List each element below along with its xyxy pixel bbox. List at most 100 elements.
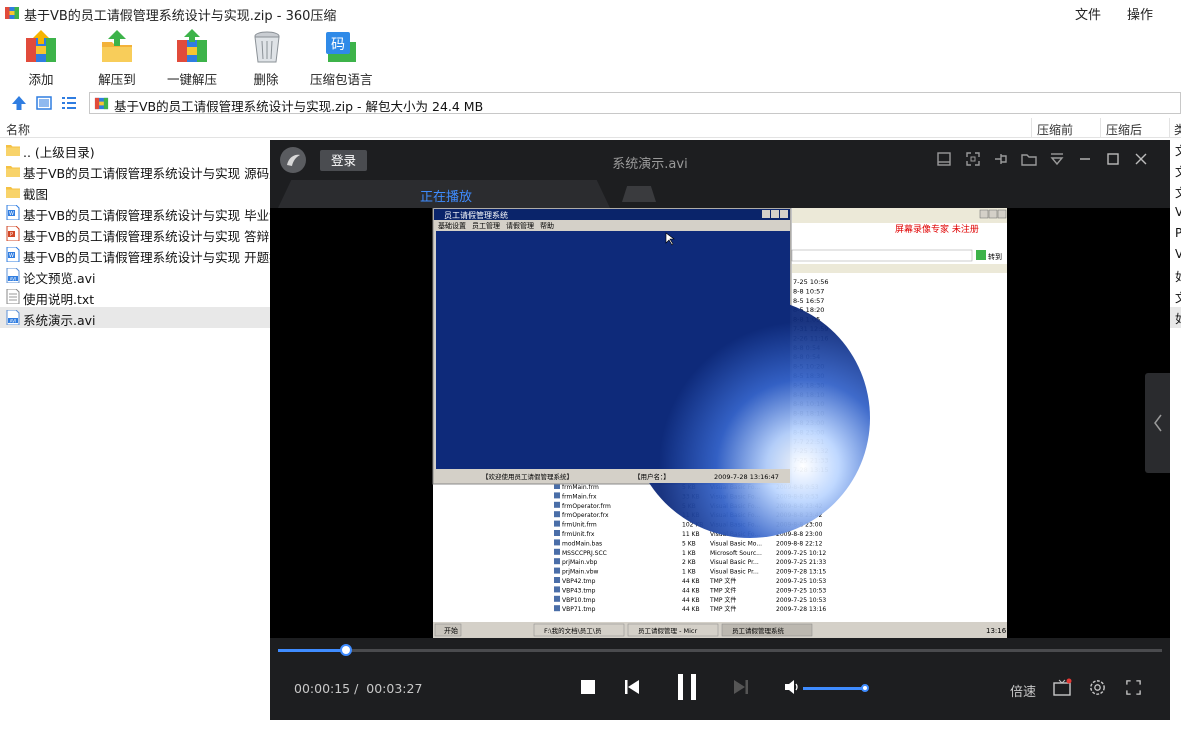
ppt-doc-icon: P [6,226,20,241]
thumbnail-view-icon[interactable] [35,94,53,112]
svg-text:prjMain.vbw: prjMain.vbw [562,569,599,576]
zip-file-icon [94,97,109,110]
word-doc-icon: W [6,247,20,262]
file-name: 使用说明.txt [23,292,95,307]
svg-text:员工管理: 员工管理 [472,221,500,230]
svg-text:prjMain.vbp: prjMain.vbp [562,559,598,566]
svg-text:frmMain.frm: frmMain.frm [562,484,599,491]
column-size-before[interactable]: 压缩前 [1037,121,1073,138]
pin-icon[interactable] [992,150,1010,168]
previous-icon[interactable] [623,678,641,696]
mini-mode-icon[interactable] [935,150,953,168]
tab-playlist[interactable] [622,186,656,202]
seek-handle[interactable] [340,644,353,656]
login-button[interactable]: 登录 [320,150,367,171]
open-folder-icon[interactable] [1020,150,1038,168]
pause-icon[interactable] [675,673,699,701]
extract-to-button[interactable]: 解压到 [94,28,140,88]
screenshot-icon[interactable] [964,150,982,168]
file-name: 基于VB的员工请假管理系统设计与实现 答辩PF [23,229,284,244]
column-type[interactable]: 类 [1174,121,1181,138]
column-name[interactable]: 名称 [6,121,30,138]
svg-text:AVI: AVI [10,276,16,281]
fullscreen-icon[interactable] [1125,679,1142,696]
video-frame[interactable]: 屏幕录像专家 未注册 转到 7-25 10:56 8-8 10:57 8-5 16:… [270,207,1170,638]
svg-text:2 KB: 2 KB [682,559,696,566]
close-icon[interactable] [1132,150,1150,168]
svg-text:Visual Basic Pr...: Visual Basic Pr... [710,569,759,576]
svg-text:2009-7-28 13:15: 2009-7-28 13:15 [776,569,826,576]
svg-text:5 KB: 5 KB [682,540,696,547]
one-click-extract-button[interactable]: 一键解压 [164,28,220,88]
archive-language-button[interactable]: 码 压缩包语言 [310,28,373,88]
file-type: V [1175,247,1181,261]
settings-gear-icon[interactable] [1088,678,1107,697]
file-type: 如 [1175,268,1181,285]
svg-text:Microsoft Sourc...: Microsoft Sourc... [710,550,762,557]
side-panel-toggle[interactable] [1145,373,1170,473]
svg-text:2009-7-25 10:53: 2009-7-25 10:53 [776,597,826,604]
svg-text:【欢迎使用员工请假管理系统】: 【欢迎使用员工请假管理系统】 [482,472,573,481]
word-doc-icon: W [6,205,20,220]
video-content: 屏幕录像专家 未注册 转到 7-25 10:568-8 10:57 8-5 16:… [432,207,1007,638]
menu-operate[interactable]: 操作 [1127,4,1153,23]
file-type: 文 [1175,289,1181,306]
minimize-icon[interactable] [1076,150,1094,168]
trash-icon [254,31,280,63]
navigation-bar: 基于VB的员工请假管理系统设计与实现.zip - 解包大小为 24.4 MB [0,91,1181,115]
svg-text:44 KB: 44 KB [682,587,700,594]
svg-text:frmOperator.frm: frmOperator.frm [562,503,611,510]
toolbar: 添加 解压到 一键解压 删除 码 压缩包语言 [0,26,1181,90]
seek-bar[interactable] [278,644,1162,656]
title-bar: 基于VB的员工请假管理系统设计与实现.zip - 360压缩 文件 操作 [0,0,1181,26]
speed-button[interactable]: 倍速 [1010,681,1036,700]
svg-text:44 KB: 44 KB [682,578,700,585]
svg-text:F:\我的文档\员工\员: F:\我的文档\员工\员 [544,626,602,635]
add-archive-icon [26,30,56,62]
maximize-icon[interactable] [1104,150,1122,168]
svg-text:frmUnit.frx: frmUnit.frx [562,531,595,538]
volume-icon[interactable] [784,680,800,694]
svg-text:13:16: 13:16 [986,627,1007,635]
video-player-window: 登录 系统演示.avi 正在播放 屏幕录像专家 未注册 转到 7-25 10:5… [270,140,1170,720]
video-file-icon: AVI [6,268,20,283]
svg-text:7-25 10:56: 7-25 10:56 [793,278,829,286]
column-size-after[interactable]: 压缩后 [1106,121,1142,138]
delete-button[interactable]: 删除 [248,28,284,88]
address-bar[interactable]: 基于VB的员工请假管理系统设计与实现.zip - 解包大小为 24.4 MB [89,92,1181,114]
next-icon[interactable] [732,678,750,696]
window-title: 基于VB的员工请假管理系统设计与实现.zip - 360压缩 [24,9,337,24]
svg-text:VBP43.tmp: VBP43.tmp [562,587,596,594]
file-type: 如 [1175,310,1181,327]
file-type: V [1175,205,1181,219]
svg-text:Visual Basic Mo...: Visual Basic Mo... [710,540,762,547]
svg-text:8-5 16:57: 8-5 16:57 [793,297,824,305]
svg-text:1 KB: 1 KB [682,569,696,576]
svg-text:8-8 10:57: 8-8 10:57 [793,287,824,295]
file-name: 基于VB的员工请假管理系统设计与实现 开题报 [23,250,282,265]
svg-text:请假管理: 请假管理 [506,221,534,230]
chevron-left-icon [1154,414,1162,432]
address-path: 基于VB的员工请假管理系统设计与实现.zip - 解包大小为 24.4 MB [114,99,484,114]
volume-slider[interactable] [803,684,869,692]
svg-text:1 KB: 1 KB [682,550,696,557]
menu-file[interactable]: 文件 [1075,4,1101,23]
add-button[interactable]: 添加 [18,28,64,88]
svg-text:开始: 开始 [444,626,458,635]
svg-text:TMP 文件: TMP 文件 [709,596,736,604]
file-name: 基于VB的员工请假管理系统设计与实现 毕业论 [23,208,282,223]
volume-level [803,687,865,690]
dropdown-menu-icon[interactable] [1048,150,1066,168]
stop-icon[interactable] [580,679,596,695]
tab-now-playing-label: 正在播放 [420,190,473,205]
svg-text:【用户名：】: 【用户名：】 [634,472,670,481]
list-view-icon[interactable] [60,94,78,112]
current-time: 00:00:15 / [294,681,359,696]
svg-text:TMP 文件: TMP 文件 [709,577,736,585]
svg-text:P: P [10,232,13,238]
one-click-extract-icon [177,29,207,62]
file-name: 论文预览.avi [23,271,96,286]
up-arrow-icon[interactable] [10,94,28,112]
tv-cast-icon[interactable] [1052,677,1072,697]
volume-handle[interactable] [861,684,869,692]
